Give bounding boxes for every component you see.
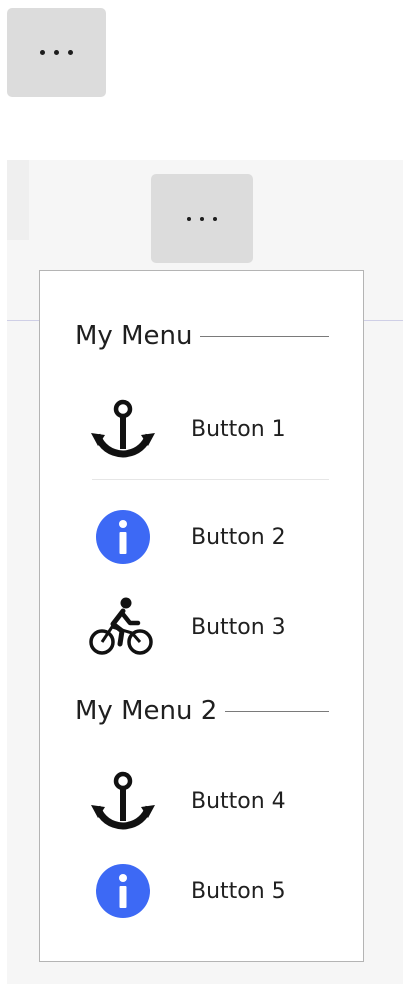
anchor-icon (85, 771, 161, 831)
menu-section-header: My Menu 2 (75, 696, 329, 726)
anchor-icon (85, 399, 161, 459)
info-icon (85, 863, 161, 919)
menu-separator (92, 479, 329, 480)
bicycle-icon (85, 597, 161, 657)
menu-item-button-2[interactable]: Button 2 (85, 509, 335, 565)
menu-item-label: Button 3 (191, 614, 286, 640)
more-options-button-open[interactable] (151, 174, 253, 263)
panel-side-bar (7, 160, 29, 240)
ellipsis-dot (40, 50, 45, 55)
ellipsis-dot (68, 50, 73, 55)
menu-item-button-5[interactable]: Button 5 (85, 863, 335, 919)
menu-section-title: My Menu (75, 321, 193, 351)
more-options-button[interactable] (7, 8, 106, 97)
ellipsis-dot (187, 216, 191, 221)
menu-section-line (225, 710, 329, 712)
menu-item-button-1[interactable]: Button 1 (85, 399, 335, 459)
info-icon (85, 509, 161, 565)
menu-item-button-4[interactable]: Button 4 (85, 771, 335, 831)
ellipsis-dot (54, 50, 59, 55)
menu-item-button-3[interactable]: Button 3 (85, 597, 335, 657)
dropdown-menu: My Menu Button 1 Button 2 Button 3 My Me… (39, 270, 364, 962)
menu-section-line (200, 335, 329, 337)
menu-item-label: Button 4 (191, 788, 286, 814)
menu-section-title: My Menu 2 (75, 696, 218, 726)
ellipsis-dot (213, 216, 217, 221)
menu-item-label: Button 5 (191, 878, 286, 904)
menu-item-label: Button 1 (191, 416, 286, 442)
ellipsis-dot (200, 216, 204, 221)
menu-item-label: Button 2 (191, 524, 286, 550)
menu-host-panel: My Menu Button 1 Button 2 Button 3 My Me… (7, 160, 403, 984)
menu-section-header: My Menu (75, 321, 329, 351)
